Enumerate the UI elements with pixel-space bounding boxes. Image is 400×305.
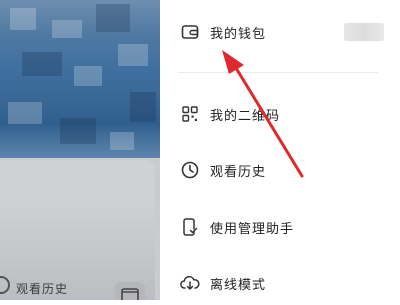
menu-item-label: 我的钱包 <box>210 26 267 42</box>
wallet-icon <box>121 288 139 300</box>
side-drawer-menu: 我的钱包 我的二维码 观看历史 使用管理助手 离线模式 <box>160 0 400 300</box>
background-wallet-button <box>115 282 145 300</box>
background-app-panel: 观看历史 <box>0 0 160 300</box>
menu-item-qrcode[interactable]: 我的二维码 <box>160 92 400 136</box>
menu-item-wallet[interactable]: 我的钱包 <box>160 10 400 54</box>
menu-item-offline-mode[interactable]: 离线模式 <box>160 261 400 305</box>
menu-item-label: 观看历史 <box>210 164 267 180</box>
wallet-icon <box>180 22 200 42</box>
cloud-download-icon <box>180 273 200 293</box>
background-history-label: 观看历史 <box>16 282 69 296</box>
clock-icon <box>180 160 200 180</box>
menu-divider <box>178 72 378 73</box>
menu-item-label: 我的二维码 <box>210 108 281 124</box>
menu-item-label: 使用管理助手 <box>210 221 295 237</box>
wallet-balance-badge <box>344 23 384 41</box>
qrcode-icon <box>180 104 200 124</box>
menu-item-usage-assistant[interactable]: 使用管理助手 <box>160 205 400 249</box>
phone-check-icon <box>180 217 200 237</box>
menu-item-watch-history[interactable]: 观看历史 <box>160 148 400 192</box>
menu-item-label: 离线模式 <box>210 277 267 293</box>
background-banner-image <box>0 0 160 158</box>
